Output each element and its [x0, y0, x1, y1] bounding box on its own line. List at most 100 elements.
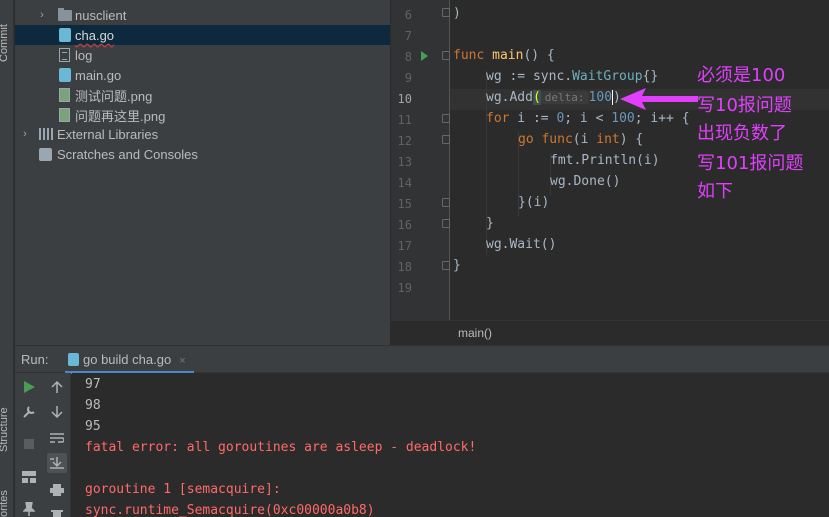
- run-toolbar-secondary: [43, 373, 71, 517]
- rerun-button[interactable]: [19, 377, 39, 397]
- breadcrumb: main(): [390, 320, 829, 345]
- scratches-icon: [39, 148, 52, 161]
- code-line-16: }: [486, 216, 494, 231]
- tree-item-test-png[interactable]: 测试问题.png: [15, 85, 390, 105]
- layout-button[interactable]: [19, 467, 39, 487]
- arrow-down-icon: [51, 406, 63, 418]
- left-tool-strip: Commit Structure orites: [0, 0, 14, 517]
- tree-item-nusclient[interactable]: › nusclient: [15, 5, 390, 25]
- code-line-11: for i := 0; i < 100; i++ {: [486, 111, 690, 126]
- fold-marker-icon[interactable]: [442, 261, 450, 270]
- code-line-17: wg.Wait(): [486, 237, 557, 252]
- line-number: 19: [397, 281, 412, 295]
- console-error-line: sync.runtime_Semacquire(0xc00000a0b8): [85, 503, 375, 517]
- fold-marker-icon[interactable]: [442, 135, 450, 144]
- line-number: 18: [397, 260, 412, 274]
- commit-tool-tab[interactable]: Commit: [0, 24, 10, 62]
- pin-button[interactable]: [19, 499, 39, 517]
- fold-marker-icon[interactable]: [442, 51, 450, 60]
- tree-item-external-libraries[interactable]: › External Libraries: [15, 124, 390, 144]
- console-error-line: fatal error: all goroutines are asleep -…: [85, 440, 477, 455]
- scroll-to-end-button[interactable]: [47, 453, 67, 473]
- line-number: 13: [397, 155, 412, 169]
- console-output[interactable]: 97 98 95 fatal error: all goroutines are…: [72, 373, 829, 517]
- run-label: Run:: [21, 352, 49, 367]
- tree-item-label: 问题再这里.png: [75, 108, 166, 124]
- tree-item-label: main.go: [75, 67, 122, 83]
- fold-marker-icon[interactable]: [442, 198, 450, 207]
- annotation-arrow-icon: [620, 88, 698, 110]
- line-number-active: 10: [397, 92, 412, 106]
- go-file-icon: [59, 68, 71, 82]
- code-line-10: wg.Add(delta: 100): [486, 90, 621, 105]
- line-number: 17: [397, 239, 412, 253]
- code-line-9: wg := sync.WaitGroup{}: [486, 69, 659, 84]
- annotation-line: 出现负数了: [697, 123, 787, 144]
- image-file-icon: [59, 88, 70, 102]
- line-number: 9: [404, 71, 412, 85]
- fold-marker-icon[interactable]: [442, 114, 450, 123]
- file-icon: [59, 48, 70, 62]
- line-number: 7: [404, 29, 412, 43]
- chevron-right-icon[interactable]: ›: [37, 9, 47, 21]
- tree-item-cha-go[interactable]: cha.go: [15, 25, 390, 45]
- tree-item-label: nusclient: [75, 7, 127, 23]
- annotation-line: 写101报问题: [697, 153, 804, 174]
- code-line-6: ): [453, 6, 461, 21]
- scroll-up-button[interactable]: [47, 377, 67, 397]
- tree-item-label: 测试问题.png: [75, 88, 153, 104]
- pin-icon: [23, 502, 35, 516]
- code-line-15: }(i): [518, 195, 550, 210]
- clear-button[interactable]: [47, 505, 67, 517]
- tree-item-label: log: [75, 47, 93, 63]
- run-panel-header: Run: go build cha.go ×: [15, 345, 829, 374]
- project-tree-panel: › nusclient cha.go log main.go 测试问题.png …: [15, 0, 390, 345]
- soft-wrap-icon: [50, 433, 64, 443]
- code-line-8: func main() {: [453, 48, 555, 63]
- run-tab[interactable]: go build cha.go ×: [65, 346, 194, 374]
- arrow-up-icon: [51, 381, 63, 393]
- run-tab-label: go build cha.go: [83, 352, 172, 367]
- settings-button[interactable]: [19, 402, 39, 422]
- tree-item-label: Scratches and Consoles: [57, 146, 198, 162]
- console-error-line: goroutine 1 [semacquire]:: [85, 482, 281, 497]
- stop-icon: [24, 439, 34, 449]
- gutter-divider: [449, 0, 450, 320]
- go-file-icon: [59, 28, 71, 42]
- parameter-hint: delta:: [540, 91, 589, 104]
- code-line-12: go func(i int) {: [518, 132, 644, 147]
- fold-marker-icon[interactable]: [442, 8, 450, 17]
- soft-wrap-button[interactable]: [47, 428, 67, 448]
- console-line: 98: [85, 398, 101, 413]
- code-line-14: wg.Done(): [550, 174, 621, 189]
- fold-marker-icon[interactable]: [442, 219, 450, 228]
- tree-item-issue-png[interactable]: 问题再这里.png: [15, 105, 390, 125]
- layout-icon: [22, 471, 36, 483]
- tree-item-label: External Libraries: [57, 126, 159, 142]
- annotation-line: 写10报问题: [697, 95, 792, 116]
- run-gutter-icon[interactable]: [421, 51, 428, 61]
- structure-tool-tab[interactable]: Structure: [0, 407, 10, 452]
- line-number: 6: [404, 8, 412, 22]
- stop-button[interactable]: [19, 434, 39, 454]
- annotation-line: 必须是100: [697, 65, 786, 86]
- breadcrumb-item[interactable]: main(): [458, 326, 492, 340]
- line-number: 11: [397, 113, 412, 127]
- line-number: 14: [397, 176, 412, 190]
- print-button[interactable]: [47, 480, 67, 500]
- trash-icon: [51, 510, 63, 517]
- code-line-18: }: [453, 258, 461, 273]
- tree-item-scratches[interactable]: Scratches and Consoles: [15, 144, 390, 164]
- scroll-to-end-icon: [50, 457, 64, 469]
- console-line: 95: [85, 419, 101, 434]
- line-number: 12: [397, 134, 412, 148]
- code-line-13: fmt.Println(i): [550, 153, 660, 168]
- image-file-icon: [59, 108, 70, 122]
- tree-item-main-go[interactable]: main.go: [15, 65, 390, 85]
- favorites-tool-tab[interactable]: orites: [0, 490, 10, 517]
- scroll-down-button[interactable]: [47, 402, 67, 422]
- line-number: 8: [404, 50, 412, 64]
- close-tab-icon[interactable]: ×: [179, 355, 185, 367]
- chevron-right-icon[interactable]: ›: [20, 128, 30, 140]
- tree-item-log[interactable]: log: [15, 45, 390, 65]
